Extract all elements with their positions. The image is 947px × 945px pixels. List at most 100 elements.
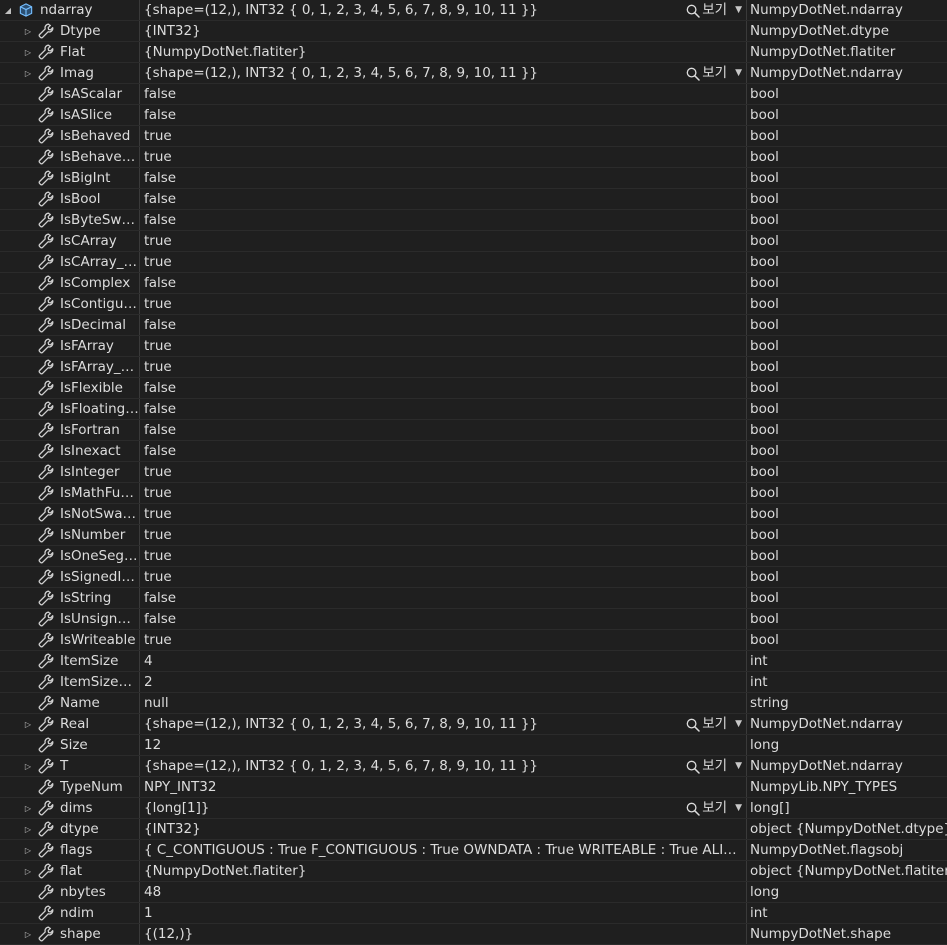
value-cell[interactable]: {shape=(12,), INT32 { 0, 1, 2, 3, 4, 5, … xyxy=(139,756,746,777)
value-cell[interactable]: false xyxy=(139,210,746,231)
visualizer-button[interactable]: 보기 ▼ xyxy=(680,63,742,84)
value-cell[interactable]: 4 xyxy=(139,651,746,672)
watch-row[interactable]: IsString false bool xyxy=(0,588,947,609)
name-cell[interactable]: Size xyxy=(0,735,139,756)
name-cell[interactable]: IsASlice xyxy=(0,105,139,126)
name-cell[interactable]: IsFArray xyxy=(0,336,139,357)
name-cell[interactable]: ▷ Flat xyxy=(0,42,139,63)
value-cell[interactable]: {NumpyDotNet.flatiter} xyxy=(139,861,746,882)
watch-row[interactable]: ▷ Dtype {INT32} NumpyDotNet.dtype xyxy=(0,21,947,42)
value-cell[interactable]: true xyxy=(139,336,746,357)
value-cell[interactable]: {(12,)} xyxy=(139,924,746,945)
watch-row[interactable]: IsComplex false bool xyxy=(0,273,947,294)
value-cell[interactable]: false xyxy=(139,189,746,210)
watch-row[interactable]: ▷ Imag {shape=(12,), INT32 { 0, 1, 2, 3, 4… xyxy=(0,63,947,84)
visualizer-button[interactable]: 보기 ▼ xyxy=(680,798,742,819)
name-cell[interactable]: IsNumber xyxy=(0,525,139,546)
name-cell[interactable]: IsByteSwa… xyxy=(0,210,139,231)
expand-arrow-icon[interactable]: ▷ xyxy=(22,42,34,63)
value-cell[interactable]: true xyxy=(139,231,746,252)
watch-row[interactable]: IsSignedIn… true bool xyxy=(0,567,947,588)
name-cell[interactable]: ▷ Imag xyxy=(0,63,139,84)
dropdown-caret-icon[interactable]: ▼ xyxy=(735,798,742,819)
expand-arrow-icon[interactable]: ▷ xyxy=(22,819,34,840)
name-cell[interactable]: IsWriteable xyxy=(0,630,139,651)
watch-row[interactable]: IsFArray_RO true bool xyxy=(0,357,947,378)
value-cell[interactable]: false xyxy=(139,399,746,420)
value-cell[interactable]: 12 xyxy=(139,735,746,756)
name-cell[interactable]: IsFortran xyxy=(0,420,139,441)
name-cell[interactable]: ItemSize xyxy=(0,651,139,672)
expand-arrow-icon[interactable]: ▷ xyxy=(22,840,34,861)
name-cell[interactable]: ItemSizeD… xyxy=(0,672,139,693)
watch-row[interactable]: ▷ shape {(12,)} NumpyDotNet.shape xyxy=(0,924,947,945)
value-cell[interactable]: false xyxy=(139,420,746,441)
value-cell[interactable]: false xyxy=(139,84,746,105)
name-cell[interactable]: nbytes xyxy=(0,882,139,903)
value-cell[interactable]: { C_CONTIGUOUS : True F_CONTIGUOUS : Tru… xyxy=(139,840,746,861)
watch-row[interactable]: IsAScalar false bool xyxy=(0,84,947,105)
value-cell[interactable]: {NumpyDotNet.flatiter} xyxy=(139,42,746,63)
name-cell[interactable]: IsOneSeg… xyxy=(0,546,139,567)
value-cell[interactable]: {long[1]} 보기 ▼ xyxy=(139,798,746,819)
name-cell[interactable]: IsFlexible xyxy=(0,378,139,399)
watch-row[interactable]: ItemSizeD… 2 int xyxy=(0,672,947,693)
watch-row[interactable]: TypeNum NPY_INT32 NumpyLib.NPY_TYPES xyxy=(0,777,947,798)
value-cell[interactable]: false xyxy=(139,315,746,336)
dropdown-caret-icon[interactable]: ▼ xyxy=(735,63,742,84)
watch-row[interactable]: IsNotSwa… true bool xyxy=(0,504,947,525)
name-cell[interactable]: IsBehaved… xyxy=(0,147,139,168)
watch-row[interactable]: IsFortran false bool xyxy=(0,420,947,441)
value-cell[interactable]: {INT32} xyxy=(139,21,746,42)
watch-row[interactable]: IsInexact false bool xyxy=(0,441,947,462)
value-cell[interactable]: 2 xyxy=(139,672,746,693)
expand-arrow-icon[interactable]: ▷ xyxy=(22,924,34,945)
expand-arrow-icon[interactable]: ▷ xyxy=(22,798,34,819)
expand-arrow-icon[interactable]: ▷ xyxy=(22,21,34,42)
name-cell[interactable]: IsDecimal xyxy=(0,315,139,336)
watch-row[interactable]: Size 12 long xyxy=(0,735,947,756)
value-cell[interactable]: 48 xyxy=(139,882,746,903)
value-cell[interactable]: true xyxy=(139,630,746,651)
value-cell[interactable]: true xyxy=(139,147,746,168)
watch-row[interactable]: ▷ flags { C_CONTIGUOUS : True F_CONTIGUOUS… xyxy=(0,840,947,861)
watch-row[interactable]: IsBehaved true bool xyxy=(0,126,947,147)
name-cell[interactable]: TypeNum xyxy=(0,777,139,798)
watch-row[interactable]: IsByteSwa… false bool xyxy=(0,210,947,231)
value-cell[interactable]: false xyxy=(139,168,746,189)
name-cell[interactable]: IsInteger xyxy=(0,462,139,483)
dropdown-caret-icon[interactable]: ▼ xyxy=(735,714,742,735)
value-cell[interactable]: {INT32} xyxy=(139,819,746,840)
name-cell[interactable]: ▷ flat xyxy=(0,861,139,882)
watch-row[interactable]: IsASlice false bool xyxy=(0,105,947,126)
value-cell[interactable]: 1 xyxy=(139,903,746,924)
name-cell[interactable]: ▷ Dtype xyxy=(0,21,139,42)
watch-row[interactable]: IsFlexible false bool xyxy=(0,378,947,399)
value-cell[interactable]: NPY_INT32 xyxy=(139,777,746,798)
value-cell[interactable]: true xyxy=(139,525,746,546)
name-cell[interactable]: IsSignedIn… xyxy=(0,567,139,588)
watch-row[interactable]: IsDecimal false bool xyxy=(0,315,947,336)
value-cell[interactable]: true xyxy=(139,483,746,504)
watch-row[interactable]: IsFArray true bool xyxy=(0,336,947,357)
name-cell[interactable]: Name xyxy=(0,693,139,714)
expand-arrow-icon[interactable]: ▷ xyxy=(22,714,34,735)
name-cell[interactable]: IsFloating… xyxy=(0,399,139,420)
value-cell[interactable]: false xyxy=(139,588,746,609)
value-cell[interactable]: false xyxy=(139,378,746,399)
visualizer-button[interactable]: 보기 ▼ xyxy=(680,714,742,735)
name-cell[interactable]: ▷ T xyxy=(0,756,139,777)
name-cell[interactable]: ▷ dims xyxy=(0,798,139,819)
watch-row[interactable]: IsBehaved… true bool xyxy=(0,147,947,168)
value-cell[interactable]: true xyxy=(139,462,746,483)
name-cell[interactable]: IsBehaved xyxy=(0,126,139,147)
watch-row[interactable]: ndim 1 int xyxy=(0,903,947,924)
watch-row[interactable]: IsInteger true bool xyxy=(0,462,947,483)
name-cell[interactable]: IsBool xyxy=(0,189,139,210)
name-cell[interactable]: IsMathFun… xyxy=(0,483,139,504)
dropdown-caret-icon[interactable]: ▼ xyxy=(735,0,742,21)
value-cell[interactable]: {shape=(12,), INT32 { 0, 1, 2, 3, 4, 5, … xyxy=(139,63,746,84)
value-cell[interactable]: true xyxy=(139,546,746,567)
expand-arrow-icon[interactable]: ▷ xyxy=(22,63,34,84)
watch-row[interactable]: Name null string xyxy=(0,693,947,714)
